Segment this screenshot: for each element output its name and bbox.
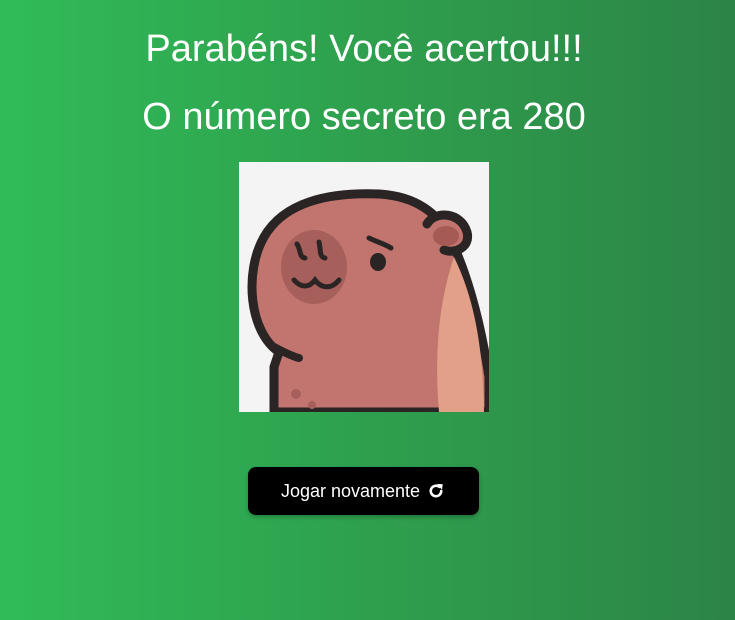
capybara-spot: [291, 389, 301, 399]
play-again-button[interactable]: Jogar novamente: [248, 467, 479, 515]
game-screen: Parabéns! Você acertou!!! O número secre…: [0, 0, 735, 620]
secret-number-message: O número secreto era 280: [142, 96, 586, 138]
refresh-icon: [426, 481, 446, 501]
capybara-eye: [370, 253, 386, 271]
capybara-spot: [308, 401, 316, 409]
capybara-snout: [281, 230, 347, 304]
capybara-image: [239, 162, 489, 412]
play-again-label: Jogar novamente: [280, 481, 421, 501]
capybara-ear-inner: [433, 226, 459, 246]
success-headline: Parabéns! Você acertou!!!: [145, 28, 583, 70]
